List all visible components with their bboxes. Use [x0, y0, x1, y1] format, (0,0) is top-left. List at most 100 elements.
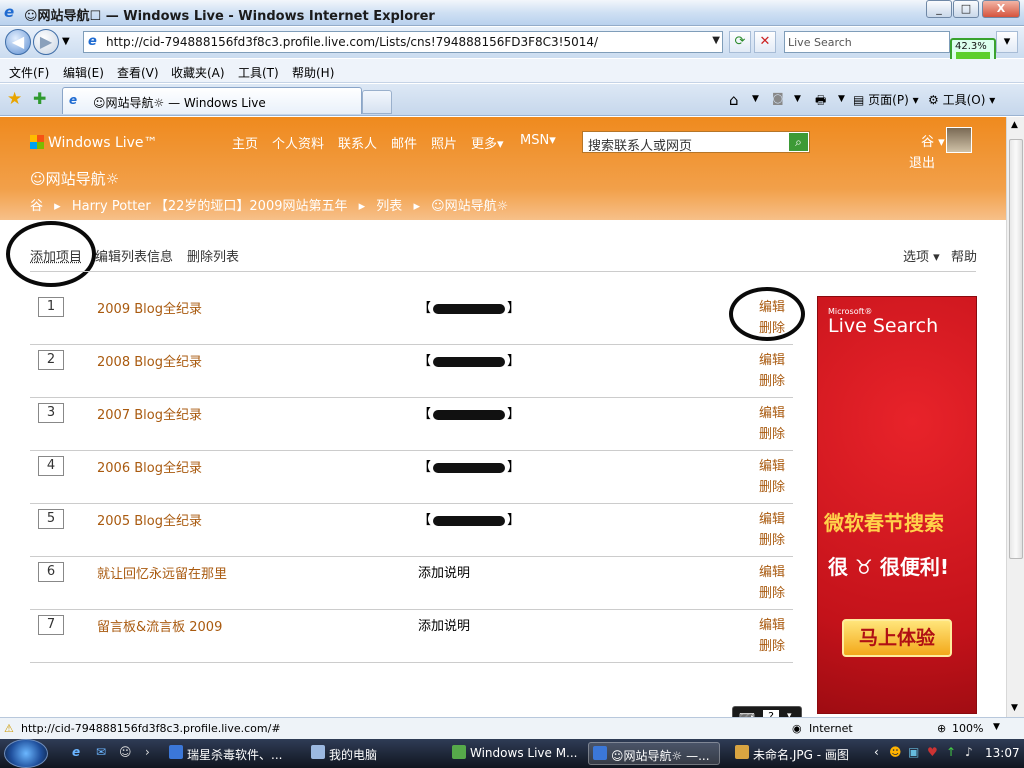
refresh-button[interactable]: ⟳: [729, 31, 751, 53]
edit-link[interactable]: 编辑: [759, 455, 785, 474]
contact-search-input[interactable]: 搜索联系人或网页 ⌕: [582, 131, 810, 154]
item-link[interactable]: 2005 Blog全纪录: [97, 510, 202, 529]
nav-profile[interactable]: 个人资料: [272, 133, 324, 152]
avatar[interactable]: [946, 127, 972, 153]
minimize-button[interactable]: _: [926, 0, 952, 18]
url-dropdown-icon[interactable]: ▼: [712, 35, 720, 46]
nav-contacts[interactable]: 联系人: [338, 133, 377, 152]
zoom-level[interactable]: 100%: [952, 722, 983, 735]
menu-help[interactable]: 帮助(H): [292, 64, 334, 81]
delete-link[interactable]: 删除: [759, 635, 785, 654]
add-description-link[interactable]: 添加说明: [418, 619, 470, 634]
forward-button[interactable]: ▶: [33, 29, 59, 55]
item-link[interactable]: 就让回忆永远留在那里: [97, 563, 227, 582]
taskbar-item-ie-active[interactable]: ☺网站导航☼ —...: [588, 742, 720, 765]
nav-more[interactable]: 更多▾: [471, 133, 504, 152]
browser-tab[interactable]: e ☺网站导航☼ — Windows Live: [62, 87, 362, 114]
breadcrumb-space[interactable]: Harry Potter 【22岁的垭口】2009网站第五年: [72, 199, 348, 214]
quicklaunch-more-icon[interactable]: ›: [145, 745, 150, 759]
options-menu[interactable]: 选项 ▾: [903, 246, 940, 265]
windows-live-brand: Windows Live™: [48, 135, 158, 151]
nav-mail[interactable]: 邮件: [391, 133, 417, 152]
new-tab-button[interactable]: [362, 90, 392, 114]
live-search-box[interactable]: Live Search: [784, 31, 950, 53]
home-icon[interactable]: ⌂: [729, 91, 739, 109]
add-description-link[interactable]: 添加说明: [418, 566, 470, 581]
tray-expand-icon[interactable]: ‹: [874, 745, 879, 759]
feeds-dropdown-icon[interactable]: ▼: [794, 94, 801, 104]
menu-edit[interactable]: 编辑(E): [63, 64, 104, 81]
breadcrumb-lists[interactable]: 列表: [376, 199, 402, 214]
add-favorite-icon[interactable]: ✚: [33, 89, 46, 108]
tray-network-icon[interactable]: ▣: [908, 745, 919, 759]
start-button[interactable]: [4, 739, 48, 768]
item-description: 【】: [418, 509, 520, 528]
nav-photos[interactable]: 照片: [431, 133, 457, 152]
tray-antivirus-icon[interactable]: ♥: [927, 745, 938, 759]
user-menu[interactable]: 谷 ▾: [921, 131, 945, 150]
tray-volume-icon[interactable]: ♪: [965, 745, 973, 759]
menu-favorites[interactable]: 收藏夹(A): [171, 64, 225, 81]
live-search-ad[interactable]: Microsoft® Live Search 微软春节搜索 很 ♉ 很便利! 马…: [817, 296, 977, 714]
edit-link[interactable]: 编辑: [759, 402, 785, 421]
close-button[interactable]: X: [982, 0, 1020, 18]
home-dropdown-icon[interactable]: ▼: [752, 94, 759, 104]
item-description: 【】: [418, 403, 520, 422]
feeds-icon[interactable]: ◙: [772, 91, 784, 105]
item-link[interactable]: 2007 Blog全纪录: [97, 404, 202, 423]
url-field[interactable]: e http://cid-794888156fd3f8c3.profile.li…: [83, 31, 723, 53]
list-item: 6 就让回忆永远留在那里 添加说明 编辑 删除: [0, 542, 800, 610]
quicklaunch-outlook-icon[interactable]: ✉: [96, 745, 106, 759]
taskbar-item-messenger[interactable]: Windows Live M...: [448, 742, 578, 765]
edit-link[interactable]: 编辑: [759, 561, 785, 580]
help-link[interactable]: 帮助: [951, 246, 977, 265]
quicklaunch-messenger-icon[interactable]: ☺: [119, 745, 132, 759]
taskbar-item-paint[interactable]: 未命名.JPG - 画图: [731, 742, 866, 765]
breadcrumb-user[interactable]: 谷: [30, 199, 43, 214]
print-icon[interactable]: 🖶: [815, 91, 826, 112]
tray-update-icon[interactable]: ↑: [946, 745, 956, 759]
vertical-scrollbar[interactable]: ▲ ▼: [1006, 117, 1024, 717]
taskbar-item-my-computer[interactable]: 我的电脑: [307, 742, 437, 765]
windows-live-logo[interactable]: Windows Live™: [30, 135, 158, 151]
row-divider: [30, 662, 793, 663]
item-link[interactable]: 2006 Blog全纪录: [97, 457, 202, 476]
scroll-down-icon[interactable]: ▼: [1011, 703, 1018, 713]
item-link[interactable]: 2009 Blog全纪录: [97, 298, 202, 317]
history-dropdown-icon[interactable]: ▼: [62, 36, 70, 47]
taskbar-item-label: Windows Live M...: [470, 746, 578, 760]
favorites-star-icon[interactable]: ★: [7, 89, 22, 109]
maximize-button[interactable]: □: [953, 0, 979, 18]
item-description: 【】: [418, 350, 520, 369]
scrollbar-thumb[interactable]: [1009, 139, 1023, 559]
ie-icon: [169, 745, 183, 759]
delete-list-link[interactable]: 删除列表: [187, 246, 239, 265]
taskbar-item-antivirus[interactable]: 瑞星杀毒软件、...: [165, 742, 295, 765]
page-menu-button[interactable]: ▤ 页面(P) ▾: [853, 91, 919, 108]
zoom-dropdown-icon[interactable]: ▼: [993, 722, 1000, 732]
menu-view[interactable]: 查看(V): [117, 64, 159, 81]
tray-qq-icon[interactable]: ☻: [889, 745, 902, 759]
print-dropdown-icon[interactable]: ▼: [838, 94, 845, 104]
edit-link[interactable]: 编辑: [759, 508, 785, 527]
item-link[interactable]: 2008 Blog全纪录: [97, 351, 202, 370]
menu-tools[interactable]: 工具(T): [238, 64, 279, 81]
scroll-up-icon[interactable]: ▲: [1011, 120, 1018, 130]
logout-link[interactable]: 退出: [909, 152, 935, 171]
search-icon[interactable]: ⌕: [789, 133, 808, 151]
menu-file[interactable]: 文件(F): [9, 64, 49, 81]
tools-menu-button[interactable]: ⚙ 工具(O) ▾: [928, 91, 995, 108]
edit-link[interactable]: 编辑: [759, 614, 785, 633]
quicklaunch-ie-icon[interactable]: e: [72, 745, 80, 759]
zone-label: Internet: [809, 722, 853, 735]
item-link[interactable]: 留言板&流言板 2009: [97, 616, 222, 635]
nav-msn[interactable]: MSN▾: [520, 133, 556, 148]
stop-button[interactable]: ✕: [754, 31, 776, 53]
edit-list-info-link[interactable]: 编辑列表信息: [95, 246, 173, 265]
back-button[interactable]: ◀: [5, 29, 31, 55]
ad-cta-button[interactable]: 马上体验: [842, 619, 952, 657]
search-options-icon[interactable]: ▾: [996, 31, 1018, 53]
nav-home[interactable]: 主页: [232, 133, 258, 152]
clock[interactable]: 13:07: [985, 746, 1020, 760]
edit-link[interactable]: 编辑: [759, 349, 785, 368]
